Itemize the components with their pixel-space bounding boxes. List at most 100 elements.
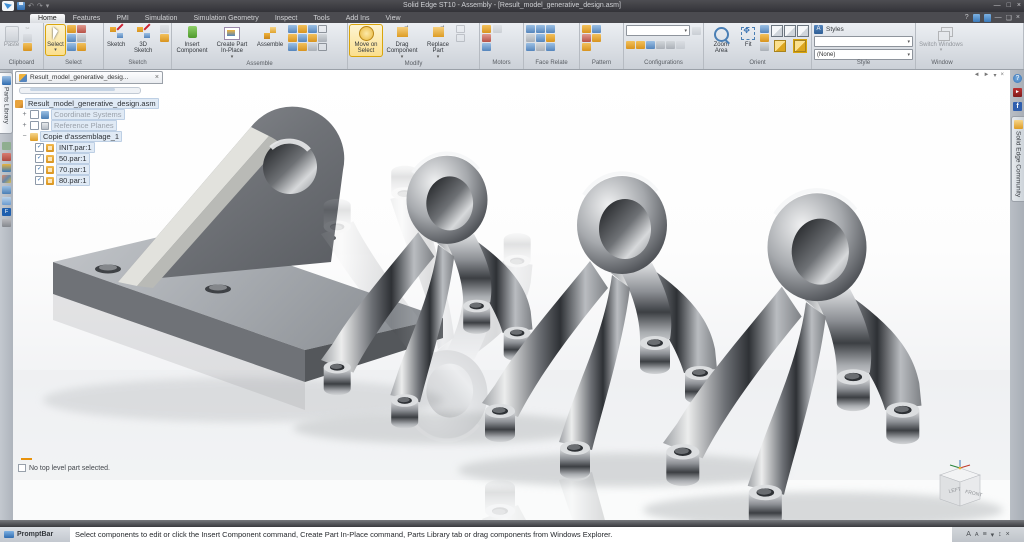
- motor-icon[interactable]: [482, 34, 491, 42]
- shaded-edges-cube-icon[interactable]: [794, 40, 806, 52]
- mini-icon[interactable]: [308, 34, 317, 42]
- doc-icon[interactable]: [984, 14, 991, 22]
- mini-icon[interactable]: [526, 43, 535, 51]
- scroll-right-icon[interactable]: ►: [984, 72, 990, 79]
- replace-part-button[interactable]: Replace Part▾: [422, 25, 454, 61]
- motor-icon[interactable]: [482, 25, 491, 33]
- list-icon[interactable]: ≡: [983, 531, 987, 538]
- gear-icon[interactable]: [2, 219, 11, 227]
- mini-icon[interactable]: [592, 25, 601, 33]
- mini-icon[interactable]: [308, 25, 317, 33]
- dropdown-icon[interactable]: ▾: [991, 531, 995, 539]
- mini-icon[interactable]: [77, 34, 86, 42]
- parts-library-tab[interactable]: Parts Library: [0, 72, 13, 134]
- tab-add-ins[interactable]: Add Ins: [338, 14, 378, 23]
- tab-simulation-geometry[interactable]: Simulation Geometry: [185, 14, 266, 23]
- zoom-icon[interactable]: [760, 25, 769, 33]
- mini-icon[interactable]: [288, 25, 297, 33]
- mini-icon[interactable]: [318, 34, 327, 42]
- mini-icon[interactable]: [298, 34, 307, 42]
- visibility-checkbox[interactable]: [30, 121, 39, 130]
- tree-item-70-part[interactable]: 70.par:1: [15, 164, 173, 175]
- visibility-checkbox[interactable]: [35, 143, 44, 152]
- mini-icon[interactable]: [308, 43, 317, 51]
- mini-icon[interactable]: [67, 25, 76, 33]
- mini-icon[interactable]: [77, 25, 86, 33]
- mini-icon[interactable]: [536, 43, 545, 51]
- mini-icon[interactable]: [456, 34, 465, 42]
- mini-icon[interactable]: [456, 25, 465, 33]
- tab-pmi[interactable]: PMI: [108, 14, 136, 23]
- dock-icon[interactable]: [2, 142, 11, 150]
- tab-inspect[interactable]: Inspect: [267, 14, 306, 23]
- viewport[interactable]: ◄ ► ▾ × Result_model_generative_desig...…: [13, 70, 1010, 520]
- dock-icon[interactable]: [2, 153, 11, 161]
- tab-view[interactable]: View: [377, 14, 408, 23]
- mini-icon[interactable]: [526, 25, 535, 33]
- tab-tools[interactable]: Tools: [305, 14, 337, 23]
- mini-icon[interactable]: [626, 41, 635, 49]
- mini-icon[interactable]: [546, 43, 555, 51]
- cut-icon[interactable]: ✂: [23, 25, 32, 33]
- mini-icon[interactable]: [493, 25, 502, 33]
- pathfinder-scrollbar[interactable]: [19, 87, 141, 94]
- mini-icon[interactable]: [318, 25, 327, 33]
- mini-icon[interactable]: [77, 43, 86, 51]
- view-cube-icon[interactable]: [797, 25, 809, 37]
- motor-icon[interactable]: [482, 43, 491, 51]
- facebook-icon[interactable]: f: [1013, 102, 1022, 111]
- format-painter-icon[interactable]: [23, 43, 32, 51]
- rotate-icon[interactable]: [760, 43, 769, 51]
- mini-icon[interactable]: [298, 25, 307, 33]
- app-logo-icon[interactable]: [2, 1, 14, 11]
- mini-icon[interactable]: [288, 43, 297, 51]
- visibility-checkbox[interactable]: [35, 176, 44, 185]
- mini-icon[interactable]: [656, 41, 665, 49]
- child-restore-button[interactable]: ❏: [1006, 14, 1012, 22]
- tree-item-50-part[interactable]: 50.par:1: [15, 153, 173, 164]
- mini-icon[interactable]: [636, 41, 645, 49]
- move-on-select-button[interactable]: Move on Select: [350, 25, 382, 56]
- mini-icon[interactable]: [546, 34, 555, 42]
- resize-icon[interactable]: ↕: [998, 531, 1002, 538]
- shaded-cube-icon[interactable]: [774, 40, 786, 52]
- dock-icon[interactable]: [2, 164, 11, 172]
- visibility-checkbox[interactable]: [35, 154, 44, 163]
- mini-icon[interactable]: [536, 25, 545, 33]
- view-cube[interactable]: LEFT FRONT: [932, 460, 988, 512]
- sketch-3d-button[interactable]: 3D Sketch: [128, 25, 158, 56]
- styles-label[interactable]: Styles: [826, 26, 844, 33]
- maximize-button[interactable]: □: [1007, 0, 1011, 12]
- child-minimize-button[interactable]: —: [995, 14, 1002, 21]
- tree-item-init-part[interactable]: INIT.par:1: [15, 142, 173, 153]
- collapse-icon[interactable]: −: [21, 133, 28, 140]
- redo-icon[interactable]: ↷: [37, 2, 43, 10]
- youtube-icon[interactable]: ►: [1013, 88, 1022, 97]
- minimize-button[interactable]: —: [994, 0, 1001, 12]
- mini-icon[interactable]: [67, 34, 76, 42]
- ribbon-help-icon[interactable]: ?: [965, 14, 969, 21]
- view-style-select[interactable]: (None)▾: [814, 49, 913, 60]
- mini-icon[interactable]: [546, 25, 555, 33]
- camera-icon[interactable]: [666, 41, 675, 49]
- mini-icon[interactable]: [582, 43, 591, 51]
- mini-icon[interactable]: [582, 25, 591, 33]
- face-style-select[interactable]: ▾: [814, 36, 913, 47]
- viewport-menu-icon[interactable]: ▾: [993, 72, 996, 79]
- mini-icon[interactable]: [692, 27, 701, 35]
- mini-icon[interactable]: [160, 25, 169, 33]
- view-cube-icon[interactable]: [784, 25, 796, 37]
- mini-icon[interactable]: [676, 41, 685, 49]
- dock-icon[interactable]: [2, 197, 11, 205]
- create-part-in-place-button[interactable]: Create Part In-Place▾: [212, 25, 252, 61]
- tree-item-copie-assemblage[interactable]: − Copie d'assemblage_1: [15, 131, 173, 142]
- mini-icon[interactable]: [298, 43, 307, 51]
- save-icon[interactable]: [17, 2, 25, 10]
- tree-root[interactable]: Result_model_generative_design.asm: [15, 98, 173, 109]
- pan-icon[interactable]: [760, 34, 769, 42]
- qat-dropdown-icon[interactable]: ▾: [46, 2, 50, 10]
- zoom-area-button[interactable]: Zoom Area: [706, 25, 737, 56]
- mini-icon[interactable]: [582, 34, 591, 42]
- visibility-checkbox[interactable]: [30, 110, 39, 119]
- visibility-checkbox[interactable]: [35, 165, 44, 174]
